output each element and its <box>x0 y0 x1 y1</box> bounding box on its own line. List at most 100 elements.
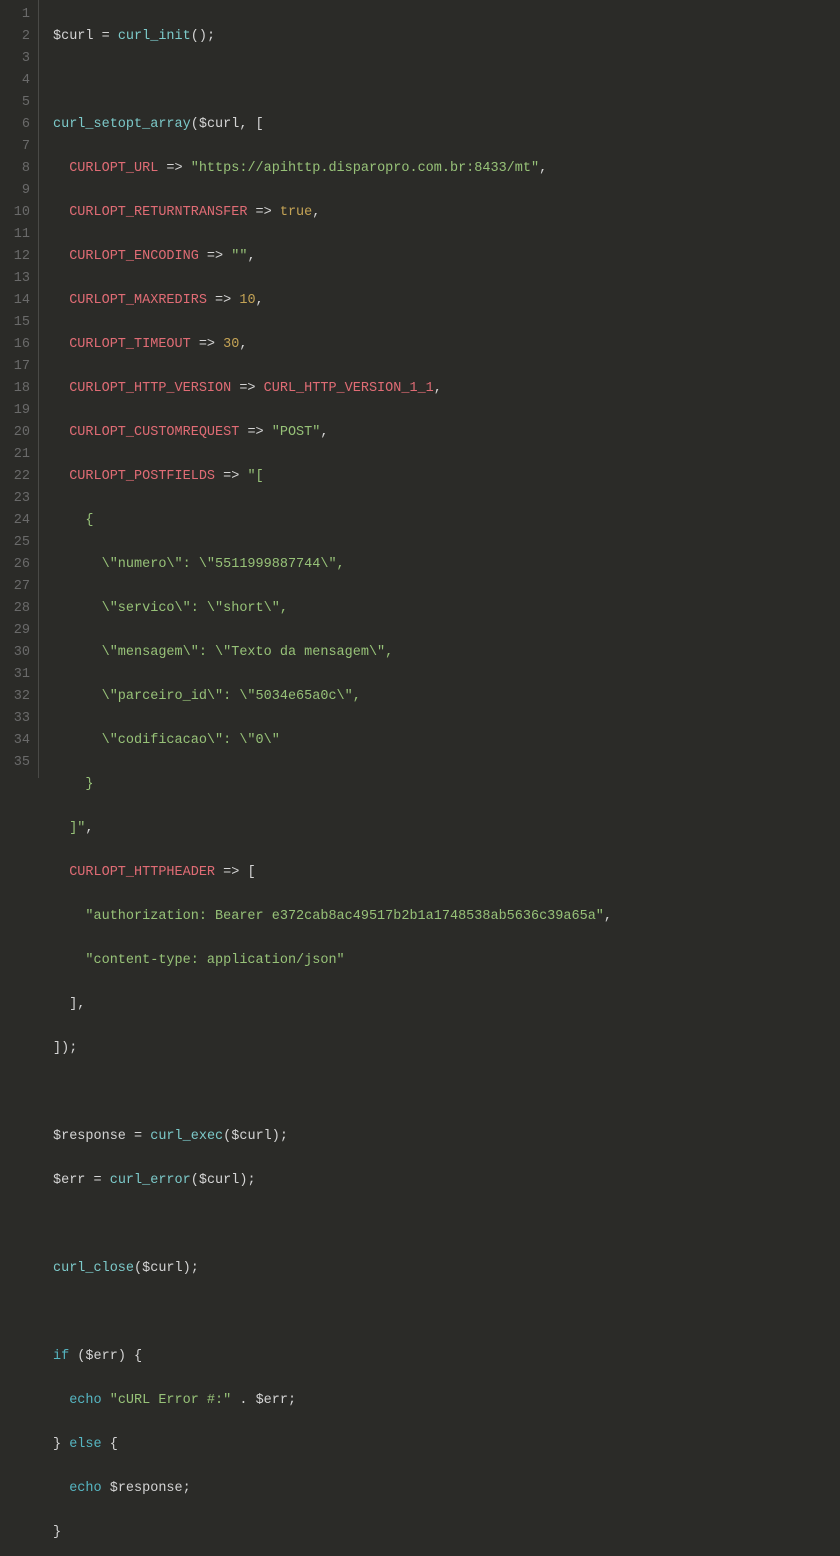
variable: $err <box>256 1393 288 1408</box>
arrow: => <box>247 205 279 220</box>
option-key: CURLOPT_RETURNTRANSFER <box>69 205 247 220</box>
line-number: 5 <box>4 92 30 114</box>
variable: $curl <box>231 1129 272 1144</box>
punctuation: ( <box>191 117 199 132</box>
punctuation: ; <box>288 1393 296 1408</box>
punctuation: , <box>312 205 320 220</box>
line-number: 23 <box>4 488 30 510</box>
line-number: 34 <box>4 730 30 752</box>
option-key: CURLOPT_ENCODING <box>69 249 199 264</box>
line-number: 14 <box>4 290 30 312</box>
code-line: ]); <box>53 1038 612 1060</box>
punctuation: ); <box>183 1261 199 1276</box>
line-number: 25 <box>4 532 30 554</box>
code-line: echo "cURL Error #:" . $err; <box>53 1390 612 1412</box>
variable: $response <box>53 1129 126 1144</box>
number: 10 <box>239 293 255 308</box>
line-number: 10 <box>4 202 30 224</box>
code-line: CURLOPT_RETURNTRANSFER => true, <box>53 202 612 224</box>
punctuation: (); <box>191 29 215 44</box>
code-line: CURLOPT_HTTP_VERSION => CURL_HTTP_VERSIO… <box>53 378 612 400</box>
line-number: 9 <box>4 180 30 202</box>
operator: = <box>94 29 118 44</box>
line-number: 4 <box>4 70 30 92</box>
option-key: CURLOPT_POSTFIELDS <box>69 469 215 484</box>
string: "https://apihttp.disparopro.com.br:8433/… <box>191 161 539 176</box>
code-line: echo $response; <box>53 1478 612 1500</box>
string: "" <box>231 249 247 264</box>
arrow: => <box>231 381 263 396</box>
string: ]" <box>53 821 85 836</box>
code-line <box>53 1302 612 1324</box>
punctuation: } <box>53 1525 61 1540</box>
code-line: } <box>53 1522 612 1544</box>
punctuation: ( <box>191 1173 199 1188</box>
code-line: CURLOPT_URL => "https://apihttp.disparop… <box>53 158 612 180</box>
code-line: CURLOPT_ENCODING => "", <box>53 246 612 268</box>
option-key: CURLOPT_URL <box>69 161 158 176</box>
space <box>102 1481 110 1496</box>
code-line: "authorization: Bearer e372cab8ac49517b2… <box>53 906 612 928</box>
constant: CURL_HTTP_VERSION_1_1 <box>264 381 434 396</box>
punctuation: , <box>604 909 612 924</box>
code-line <box>53 70 612 92</box>
line-number: 19 <box>4 400 30 422</box>
line-number: 7 <box>4 136 30 158</box>
operator: = <box>126 1129 150 1144</box>
code-line: \"servico\": \"short\", <box>53 598 612 620</box>
code-line: ], <box>53 994 612 1016</box>
code-editor: 1 2 3 4 5 6 7 8 9 10 11 12 13 14 15 16 1… <box>0 0 840 778</box>
code-line: } else { <box>53 1434 612 1456</box>
line-number: 16 <box>4 334 30 356</box>
arrow: => <box>215 865 247 880</box>
punctuation: , <box>434 381 442 396</box>
string: \"parceiro_id\": \"5034e65a0c\", <box>53 689 361 704</box>
line-number: 33 <box>4 708 30 730</box>
string: { <box>53 513 94 528</box>
line-number: 15 <box>4 312 30 334</box>
operator: = <box>85 1173 109 1188</box>
code-line: $curl = curl_init(); <box>53 26 612 48</box>
line-number: 3 <box>4 48 30 70</box>
boolean: true <box>280 205 312 220</box>
punctuation: ); <box>239 1173 255 1188</box>
operator: . <box>231 1393 255 1408</box>
punctuation: , <box>85 821 93 836</box>
code-line: \"parceiro_id\": \"5034e65a0c\", <box>53 686 612 708</box>
punctuation: , <box>256 293 264 308</box>
code-line: curl_close($curl); <box>53 1258 612 1280</box>
code-line: curl_setopt_array($curl, [ <box>53 114 612 136</box>
function-call: curl_init <box>118 29 191 44</box>
code-line: $err = curl_error($curl); <box>53 1170 612 1192</box>
variable: $err <box>53 1173 85 1188</box>
variable: $curl <box>142 1261 183 1276</box>
code-line: CURLOPT_MAXREDIRS => 10, <box>53 290 612 312</box>
string: "POST" <box>272 425 321 440</box>
line-number: 30 <box>4 642 30 664</box>
punctuation: ( <box>223 1129 231 1144</box>
arrow: => <box>199 249 231 264</box>
punctuation: ; <box>183 1481 191 1496</box>
line-number: 28 <box>4 598 30 620</box>
line-number: 26 <box>4 554 30 576</box>
variable: $curl <box>199 117 240 132</box>
punctuation: ( <box>134 1261 142 1276</box>
option-key: CURLOPT_MAXREDIRS <box>69 293 207 308</box>
punctuation: , <box>320 425 328 440</box>
space <box>102 1393 110 1408</box>
punctuation: ( <box>69 1349 85 1364</box>
string: "cURL Error #:" <box>110 1393 232 1408</box>
arrow: => <box>158 161 190 176</box>
keyword: echo <box>69 1393 101 1408</box>
line-number: 29 <box>4 620 30 642</box>
keyword: echo <box>69 1481 101 1496</box>
number: 30 <box>223 337 239 352</box>
code-line: CURLOPT_TIMEOUT => 30, <box>53 334 612 356</box>
line-number: 31 <box>4 664 30 686</box>
code-line <box>53 1214 612 1236</box>
line-number: 35 <box>4 752 30 774</box>
line-number: 21 <box>4 444 30 466</box>
string: \"servico\": \"short\", <box>53 601 288 616</box>
arrow: => <box>191 337 223 352</box>
function-call: curl_close <box>53 1261 134 1276</box>
